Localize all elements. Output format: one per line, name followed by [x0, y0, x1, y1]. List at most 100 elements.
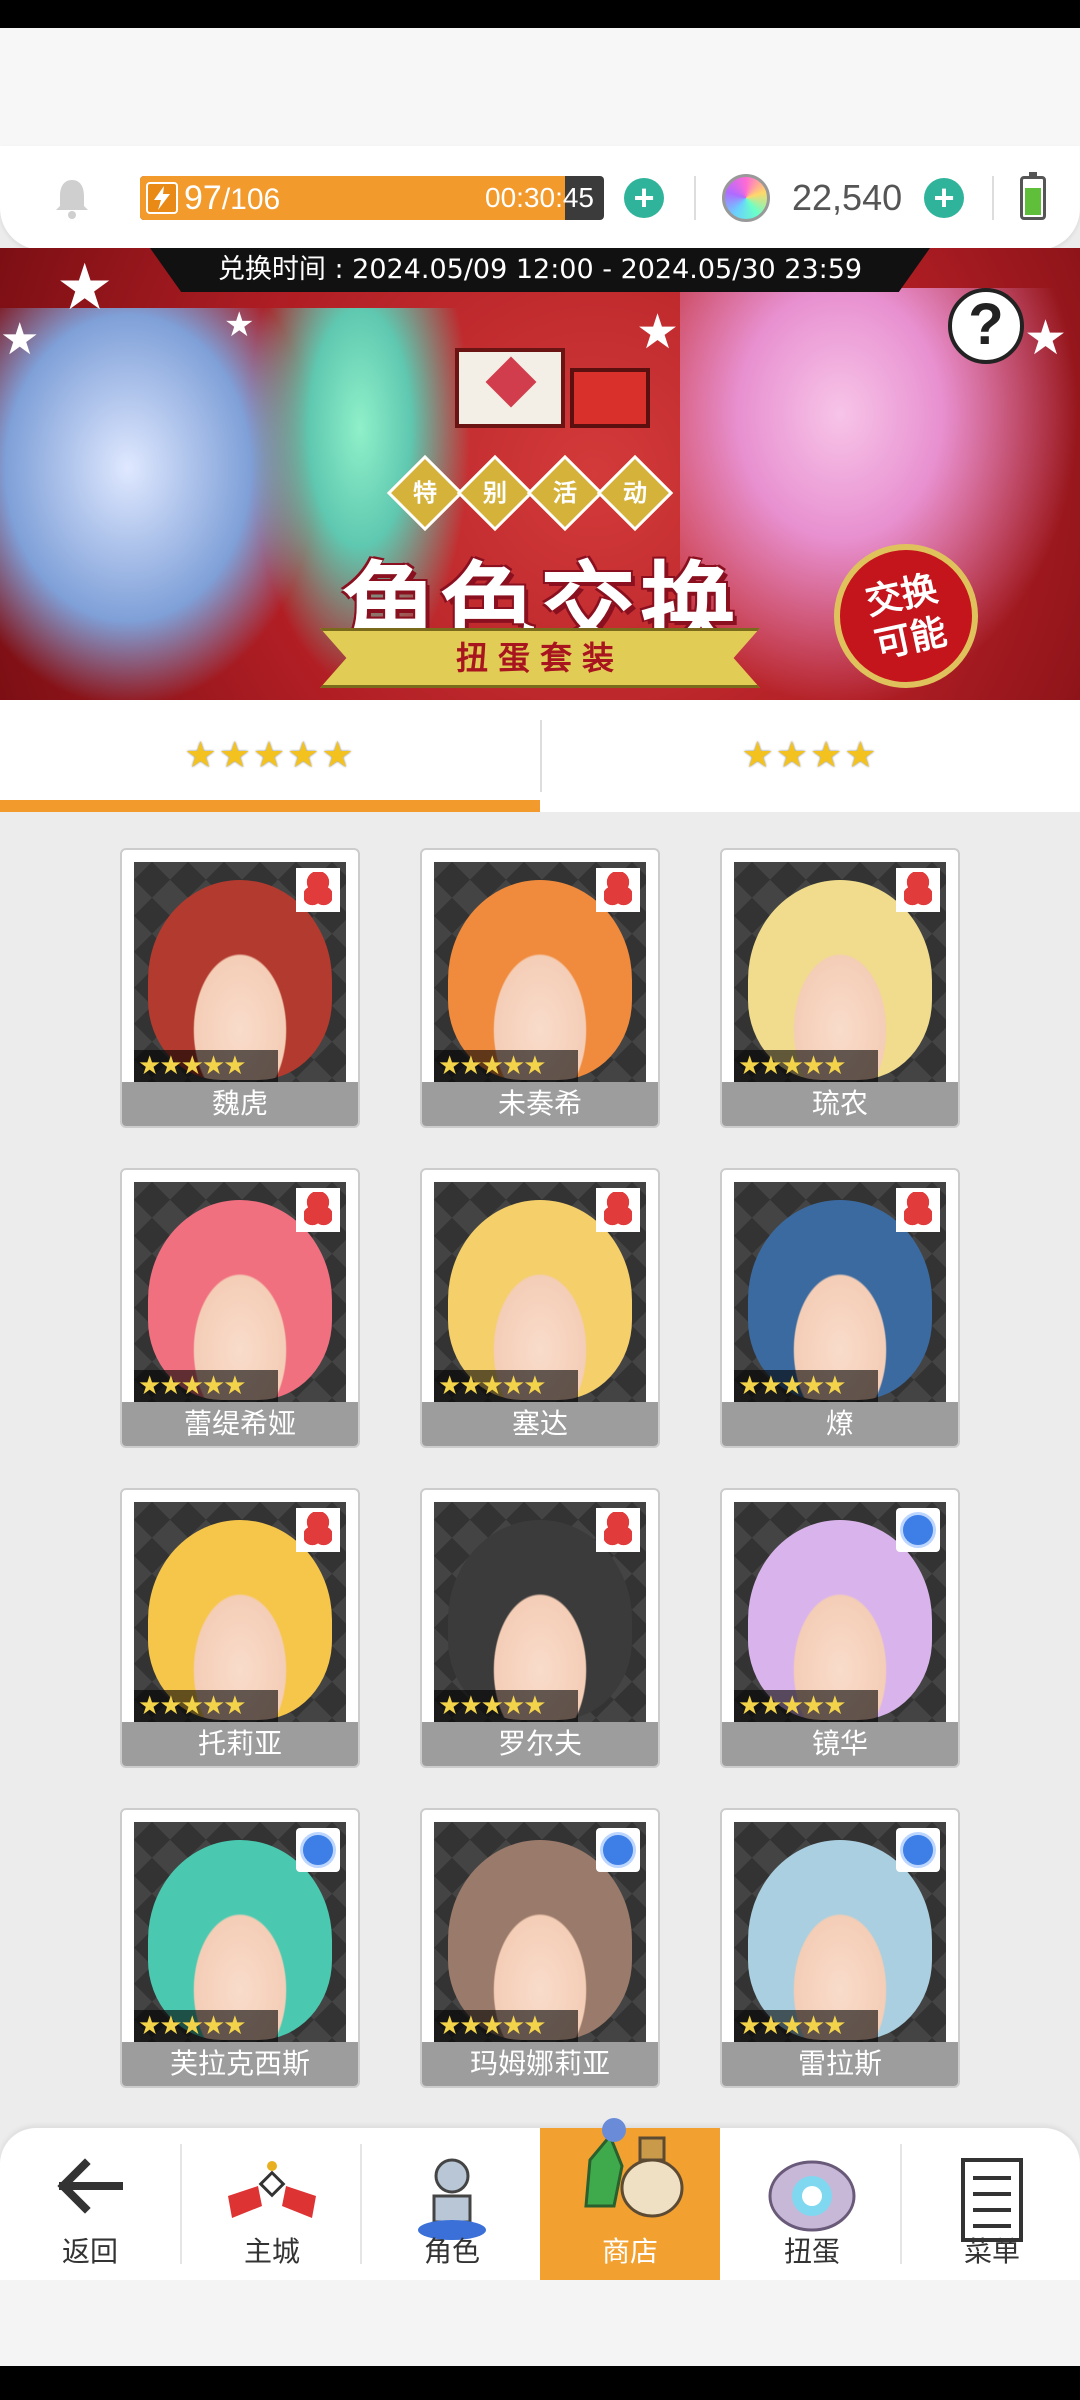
system-status-bar: [0, 0, 1080, 28]
add-gems-button[interactable]: +: [924, 178, 964, 218]
star-rating: ★★★★★: [134, 1050, 278, 1082]
banner-subtitle: 扭蛋套装: [320, 628, 760, 688]
star-rating: ★★★★★: [734, 2010, 878, 2042]
blue-rank-icon: [896, 1508, 940, 1552]
stamina-current: 97: [184, 179, 222, 217]
star-rating: ★★★★★: [734, 1050, 878, 1082]
nav-back-label: 返回: [61, 2235, 118, 2268]
special-event-badges: 特别活动: [386, 454, 690, 532]
red-rank-icon: [596, 868, 640, 912]
character-card[interactable]: ★★★★★ 玛姆娜莉亚: [420, 1808, 660, 2088]
red-rank-icon: [596, 1188, 640, 1232]
lightning-bolt-icon: [146, 182, 178, 214]
top-spacer: [0, 28, 1080, 148]
character-name: 琉农: [722, 1082, 958, 1126]
character-card[interactable]: ★★★★★ 未奏希: [420, 848, 660, 1128]
nav-character-label: 角色: [423, 2235, 480, 2268]
character-card[interactable]: ★★★★★ 塞达: [420, 1168, 660, 1448]
character-name: 蕾缇希娅: [122, 1402, 358, 1446]
event-badge: 动: [596, 454, 674, 532]
character-portrait: [134, 1502, 346, 1722]
star-rating: ★★★★★: [134, 2010, 278, 2042]
nav-menu[interactable]: 菜单: [902, 2128, 1080, 2280]
battery-icon: [1020, 172, 1046, 220]
nav-main-city[interactable]: 主城: [182, 2128, 362, 2280]
stamina-value: 97/106: [184, 176, 280, 220]
character-card[interactable]: ★★★★★ 罗尔夫: [420, 1488, 660, 1768]
red-rank-icon: [896, 868, 940, 912]
divider: [694, 176, 696, 220]
character-portrait: [434, 1182, 646, 1402]
red-rank-icon: [596, 1508, 640, 1552]
character-portrait: [134, 1822, 346, 2042]
nav-gacha-label: 扭蛋: [783, 2235, 840, 2268]
character-portrait: [134, 862, 346, 1082]
character-card[interactable]: ★★★★★ 燎: [720, 1168, 960, 1448]
nav-shop[interactable]: 商店: [540, 2118, 720, 2280]
character-card[interactable]: ★★★★★ 托莉亚: [120, 1488, 360, 1768]
star-rating: ★★★★★: [434, 1690, 578, 1722]
character-name: 未奏希: [422, 1082, 658, 1126]
character-card[interactable]: ★★★★★ 蕾缇希娅: [120, 1168, 360, 1448]
nav-character[interactable]: 角色: [362, 2128, 542, 2280]
character-name: 镜华: [722, 1722, 958, 1766]
nav-main-city-label: 主城: [243, 2235, 300, 2268]
active-tab-indicator: [0, 800, 540, 812]
tab-four-star-label: ★★★★: [741, 735, 879, 776]
star-decoration-icon: ★: [224, 305, 255, 345]
nav-back[interactable]: 返回: [0, 2128, 180, 2280]
resource-bar: 97/106 00:30:45 + 22,540 +: [0, 146, 1080, 250]
rarity-tabs: ★★★★★ ★★★★: [0, 700, 1080, 812]
red-rank-icon: [296, 1508, 340, 1552]
castle-icon: [228, 2161, 316, 2218]
stamina-timer: 00:30:45: [485, 182, 594, 213]
character-portrait: [734, 1502, 946, 1722]
character-portrait: [434, 862, 646, 1082]
star-rating: ★★★★★: [434, 1370, 578, 1402]
red-rank-icon: [296, 868, 340, 912]
nav-menu-label: 菜单: [963, 2235, 1020, 2268]
character-portrait: [134, 1182, 346, 1402]
help-button[interactable]: ?: [948, 288, 1024, 364]
blue-rank-icon: [896, 1828, 940, 1872]
notification-bell-icon[interactable]: [52, 176, 92, 220]
character-name: 魏虎: [122, 1082, 358, 1126]
stamina-bar: 97/106 00:30:45: [140, 176, 604, 220]
event-banner[interactable]: ★ ★ ★ ★ ★ 兑换时间 : 2024.05/09 12:00 - 2024…: [0, 248, 1080, 700]
nav-gacha[interactable]: 扭蛋: [722, 2128, 902, 2280]
character-card[interactable]: ★★★★★ 芙拉克西斯: [120, 1808, 360, 2088]
character-name: 雷拉斯: [722, 2042, 958, 2086]
stamina-max: /106: [221, 183, 281, 216]
star-rating: ★★★★★: [734, 1690, 878, 1722]
star-rating: ★★★★★: [134, 1370, 278, 1402]
shop-icon: [584, 2118, 684, 2218]
character-name: 燎: [722, 1402, 958, 1446]
star-decoration-icon: ★: [0, 314, 40, 365]
character-name: 罗尔夫: [422, 1722, 658, 1766]
event-badge: 特: [386, 454, 464, 532]
blue-rank-icon: [596, 1828, 640, 1872]
tab-four-star[interactable]: ★★★★: [540, 700, 1080, 812]
red-rank-icon: [296, 1188, 340, 1232]
system-nav-bar: [0, 2366, 1080, 2400]
character-name: 玛姆娜莉亚: [422, 2042, 658, 2086]
star-decoration-icon: ★: [636, 304, 680, 360]
star-rating: ★★★★★: [434, 1050, 578, 1082]
gacha-icon: [768, 2160, 856, 2232]
tab-five-star-label: ★★★★★: [184, 735, 356, 776]
character-portrait: [734, 1822, 946, 2042]
character-portrait: [734, 1182, 946, 1402]
star-rating: ★★★★★: [734, 1370, 878, 1402]
add-stamina-button[interactable]: +: [624, 178, 664, 218]
character-card[interactable]: ★★★★★ 镜华: [720, 1488, 960, 1768]
character-card[interactable]: ★★★★★ 琉农: [720, 848, 960, 1128]
character-card[interactable]: ★★★★★ 魏虎: [120, 848, 360, 1128]
tab-five-star[interactable]: ★★★★★: [0, 700, 540, 812]
event-badge: 别: [456, 454, 534, 532]
nav-shop-label: 商店: [601, 2235, 658, 2268]
star-rating: ★★★★★: [134, 1690, 278, 1722]
character-portrait: [434, 1502, 646, 1722]
character-card[interactable]: ★★★★★ 雷拉斯: [720, 1808, 960, 2088]
divider: [992, 176, 994, 220]
event-badge: 活: [526, 454, 604, 532]
